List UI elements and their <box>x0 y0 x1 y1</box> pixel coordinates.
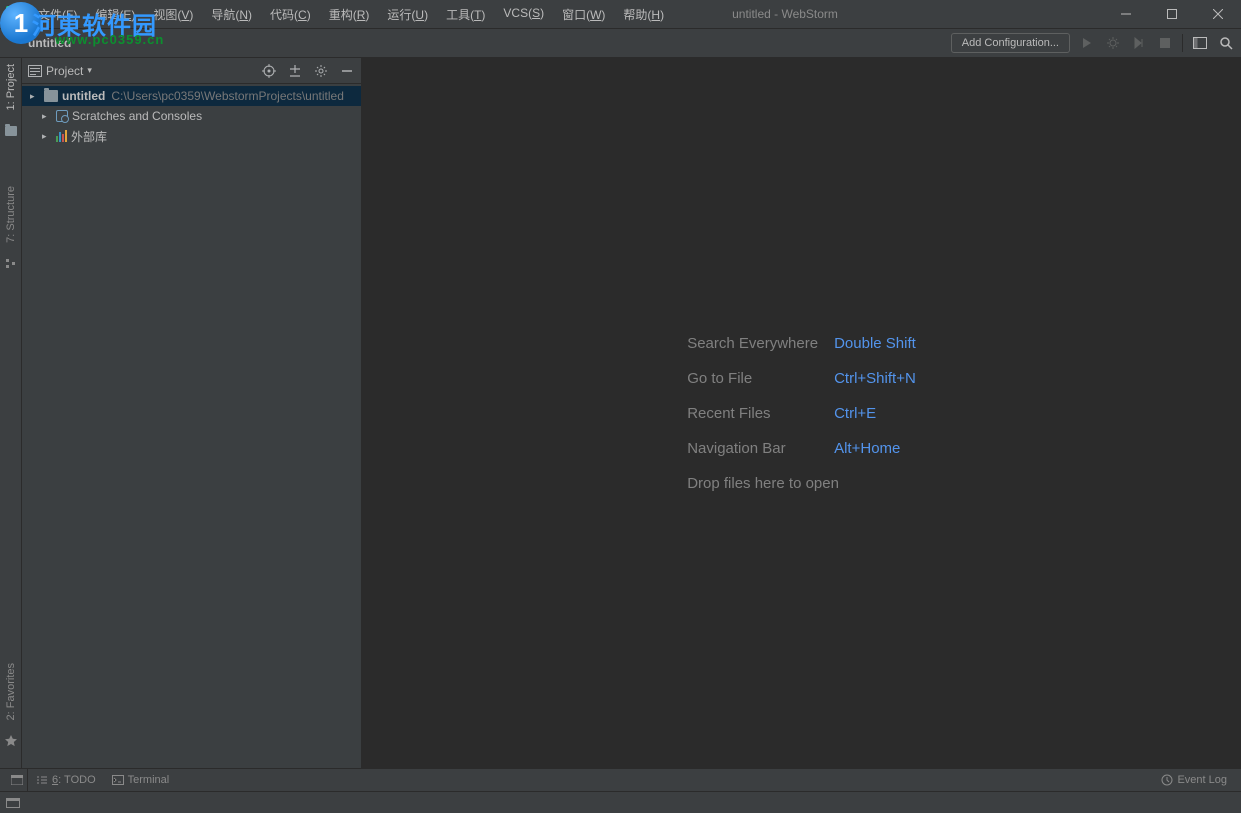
project-panel: Project ▾ ▸ untitled C:\Users\pc0359\Web… <box>22 58 362 768</box>
expand-arrow-icon[interactable]: ▸ <box>42 131 52 142</box>
layout-settings-icon[interactable] <box>1191 34 1209 52</box>
menu-help[interactable]: 帮助(H) <box>615 2 672 27</box>
settings-icon[interactable] <box>313 63 329 79</box>
bottom-toolbar: 6: 6: TODOTODO Terminal Event Log <box>0 768 1241 791</box>
project-icon <box>28 65 42 77</box>
close-button[interactable] <box>1195 0 1241 28</box>
project-tab-icon <box>4 124 18 138</box>
hint-drop: Drop files here to open <box>687 475 916 492</box>
tab-project-label: 1: Project <box>5 64 17 110</box>
favorites-tab-icon <box>4 734 18 748</box>
menu-tools[interactable]: 工具(T) <box>438 2 493 27</box>
tab-event-log[interactable]: Event Log <box>1153 774 1235 786</box>
chevron-down-icon: ▾ <box>87 65 92 76</box>
menu-window[interactable]: 窗口(W) <box>554 2 613 27</box>
tree-root-path: C:\Users\pc0359\WebstormProjects\untitle… <box>111 89 344 103</box>
maximize-button[interactable] <box>1149 0 1195 28</box>
hint-gotofile-key: Ctrl+Shift+N <box>834 370 916 387</box>
project-panel-title[interactable]: Project ▾ <box>28 64 92 78</box>
tab-favorites[interactable]: 2: Favorites <box>5 663 17 720</box>
tree-scratches[interactable]: ▸ Scratches and Consoles <box>22 106 361 126</box>
minimize-button[interactable] <box>1103 0 1149 28</box>
folder-icon <box>44 90 58 102</box>
hint-gotofile-label: Go to File <box>687 370 818 387</box>
run-with-coverage-icon[interactable] <box>1130 34 1148 52</box>
hint-navbar-label: Navigation Bar <box>687 440 818 457</box>
structure-tab-icon <box>4 257 18 271</box>
hint-navbar-key: Alt+Home <box>834 440 916 457</box>
project-panel-label: Project <box>46 64 83 78</box>
hint-search-key: Double Shift <box>834 335 916 352</box>
expand-arrow-icon[interactable]: ▸ <box>30 91 40 102</box>
add-configuration-button[interactable]: Add Configuration... <box>951 33 1070 53</box>
navbar: untitled Add Configuration... <box>0 28 1241 58</box>
menu-code[interactable]: 代码(C) <box>262 2 319 27</box>
tab-terminal[interactable]: Terminal <box>104 774 178 786</box>
menu-vcs[interactable]: VCS(S) <box>495 2 552 27</box>
hint-search-label: Search Everywhere <box>687 335 818 352</box>
project-panel-header: Project ▾ <box>22 58 361 84</box>
toolbar-right: Add Configuration... <box>951 33 1235 53</box>
tab-project[interactable]: 1: Project <box>5 64 17 110</box>
shortcut-hints: Search Everywhere Double Shift Go to Fil… <box>687 335 916 492</box>
app-icon: WS <box>6 6 22 22</box>
search-everywhere-icon[interactable] <box>1217 34 1235 52</box>
menubar: 文件(F) 编辑(E) 视图(V) 导航(N) 代码(C) 重构(R) 运行(U… <box>30 2 672 27</box>
run-icon[interactable] <box>1078 34 1096 52</box>
tree-external-label: 外部库 <box>71 128 107 145</box>
menu-navigate[interactable]: 导航(N) <box>203 2 260 27</box>
event-log-icon <box>1161 774 1173 786</box>
expand-arrow-icon[interactable]: ▸ <box>42 111 52 122</box>
hide-panel-icon[interactable] <box>339 63 355 79</box>
scratches-icon <box>56 110 68 122</box>
bottom-gutter <box>6 769 28 791</box>
tree-root-name: untitled <box>62 89 105 103</box>
tree-scratches-label: Scratches and Consoles <box>72 109 202 123</box>
left-gutter: 1: Project 7: Structure 2: Favorites <box>0 58 22 768</box>
menu-view[interactable]: 视图(V) <box>145 2 201 27</box>
main-area: 1: Project 7: Structure 2: Favorites Pro… <box>0 58 1241 768</box>
titlebar: WS 文件(F) 编辑(E) 视图(V) 导航(N) 代码(C) 重构(R) 运… <box>0 0 1241 28</box>
toolwindows-toggle-icon[interactable] <box>6 798 20 808</box>
menu-refactor[interactable]: 重构(R) <box>321 2 378 27</box>
hint-recent-key: Ctrl+E <box>834 405 916 422</box>
breadcrumb[interactable]: untitled <box>6 36 951 50</box>
tab-favorites-label: 2: Favorites <box>5 663 17 720</box>
todo-icon <box>36 774 48 786</box>
menu-file[interactable]: 文件(F) <box>30 2 85 27</box>
tab-todo[interactable]: 6: 6: TODOTODO <box>28 774 104 786</box>
tree-root[interactable]: ▸ untitled C:\Users\pc0359\WebstormProje… <box>22 86 361 106</box>
external-libs-icon <box>56 130 67 142</box>
tab-terminal-label: Terminal <box>128 774 170 786</box>
tab-structure-label: 7: Structure <box>5 186 17 243</box>
menu-run[interactable]: 运行(U) <box>379 2 436 27</box>
locate-icon[interactable] <box>261 63 277 79</box>
tab-event-log-label: Event Log <box>1177 774 1227 786</box>
stop-icon[interactable] <box>1156 34 1174 52</box>
tree-external-libs[interactable]: ▸ 外部库 <box>22 126 361 146</box>
editor-empty-state[interactable]: Search Everywhere Double Shift Go to Fil… <box>362 58 1241 768</box>
collapse-all-icon[interactable] <box>287 63 303 79</box>
toolwindow-list-icon[interactable] <box>11 775 23 785</box>
window-title: untitled - WebStorm <box>672 7 1103 21</box>
window-controls <box>1103 0 1241 28</box>
project-tree: ▸ untitled C:\Users\pc0359\WebstormProje… <box>22 84 361 148</box>
project-panel-tools <box>261 63 355 79</box>
terminal-icon <box>112 775 124 785</box>
debug-icon[interactable] <box>1104 34 1122 52</box>
tab-structure[interactable]: 7: Structure <box>5 186 17 243</box>
menu-edit[interactable]: 编辑(E) <box>87 2 143 27</box>
statusbar <box>0 791 1241 813</box>
hint-recent-label: Recent Files <box>687 405 818 422</box>
